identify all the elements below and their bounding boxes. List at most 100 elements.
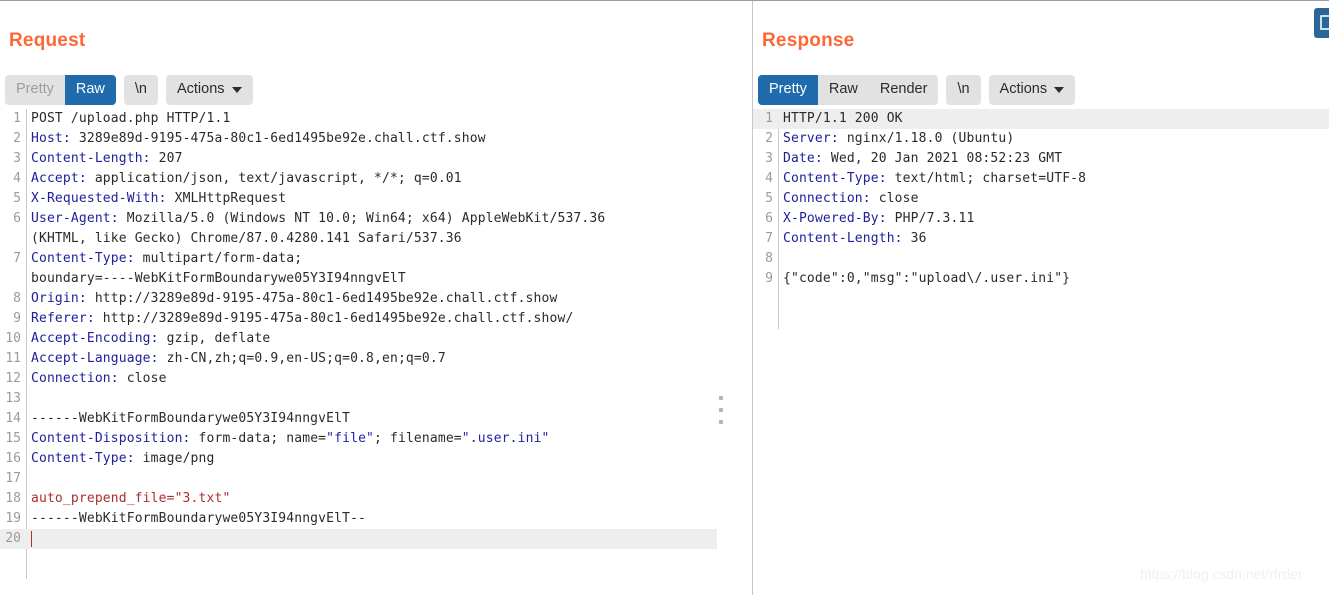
response-actions-label: Actions <box>999 81 1048 97</box>
line-content: {"code":0,"msg":"upload\/.user.ini"} <box>783 271 1071 286</box>
line-number: 2 <box>765 131 773 146</box>
code-line[interactable]: 13 <box>0 389 752 409</box>
line-number: 2 <box>13 131 21 146</box>
handle-dot <box>718 420 723 424</box>
panel-toggle-icon <box>1320 15 1329 30</box>
line-number: 7 <box>13 251 21 266</box>
request-editor[interactable]: 1 POST /upload.php HTTP/1.1 2 Host: 3289e89… <box>0 109 752 595</box>
line-number: 4 <box>13 171 21 186</box>
line-number: 3 <box>765 151 773 166</box>
request-actions-button[interactable]: Actions <box>165 75 253 105</box>
handle-dot <box>718 396 723 400</box>
code-line[interactable]: 16 Content-Type: image/png <box>0 449 752 469</box>
pane-splitter-handle[interactable] <box>717 396 724 424</box>
code-line[interactable]: 19 ------WebKitFormBoundarywe05Y3I94nngvE… <box>0 509 752 529</box>
line-number: 3 <box>13 151 21 166</box>
line-content: Host: 3289e89d-9195-475a-80c1-6ed1495be9… <box>31 131 486 146</box>
response-pane-title: Response <box>762 30 855 51</box>
request-code-lines: 1 POST /upload.php HTTP/1.1 2 Host: 3289e89… <box>0 109 752 549</box>
line-number: 6 <box>13 211 21 226</box>
code-line[interactable]: 8 <box>753 249 1329 269</box>
request-pane: Request Pretty Raw \n Actions 1 POST /upl… <box>0 1 752 595</box>
line-number: 9 <box>765 271 773 286</box>
line-number: 15 <box>5 431 21 446</box>
code-line[interactable]: 3 Date: Wed, 20 Jan 2021 08:52:23 GMT <box>753 149 1329 169</box>
code-line[interactable]: 8 Origin: http://3289e89d-9195-475a-80c1-… <box>0 289 752 309</box>
toggle-panel-button[interactable] <box>1314 8 1329 38</box>
response-view-mode-group: Pretty Raw Render <box>758 75 939 105</box>
line-number: 1 <box>13 111 21 126</box>
line-content: HTTP/1.1 200 OK <box>783 111 903 126</box>
code-line[interactable]: 15 Content-Disposition: form-data; name="… <box>0 429 752 449</box>
response-toolbar: Pretty Raw Render \n Actions <box>758 75 1076 105</box>
code-line[interactable]: 3 Content-Length: 207 <box>0 149 752 169</box>
code-line[interactable]: 5 Connection: close <box>753 189 1329 209</box>
code-line[interactable]: 5 X-Requested-With: XMLHttpRequest <box>0 189 752 209</box>
code-line[interactable]: 20 <box>0 529 717 549</box>
line-content: Content-Type: multipart/form-data; bounda… <box>31 251 406 286</box>
code-line[interactable]: 18 auto_prepend_file="3.txt" <box>0 489 752 509</box>
code-line[interactable]: 11 Accept-Language: zh-CN,zh;q=0.9,en-US;… <box>0 349 752 369</box>
line-content: ------WebKitFormBoundarywe05Y3I94nngvElT… <box>31 511 367 526</box>
request-actions-label: Actions <box>176 81 225 97</box>
code-line[interactable]: 7 Content-Type: multipart/form-data; bound… <box>0 249 752 289</box>
handle-dot <box>718 408 723 412</box>
line-content: X-Powered-By: PHP/7.3.11 <box>783 211 975 226</box>
line-number: 6 <box>765 211 773 226</box>
line-content: Connection: close <box>31 371 167 386</box>
line-content: Server: nginx/1.18.0 (Ubuntu) <box>783 131 1015 146</box>
line-number: 8 <box>765 251 773 266</box>
line-number: 18 <box>5 491 21 506</box>
line-content: Content-Type: text/html; charset=UTF-8 <box>783 171 1087 186</box>
line-number: 4 <box>765 171 773 186</box>
response-tab-render[interactable]: Render <box>868 75 939 105</box>
line-number: 16 <box>5 451 21 466</box>
code-line[interactable]: 9 {"code":0,"msg":"upload\/.user.ini"} <box>753 269 1329 289</box>
code-line[interactable]: 10 Accept-Encoding: gzip, deflate <box>0 329 752 349</box>
line-number: 7 <box>765 231 773 246</box>
response-tab-pretty[interactable]: Pretty <box>758 75 818 105</box>
line-content: Referer: http://3289e89d-9195-475a-80c1-… <box>31 311 574 326</box>
line-content: X-Requested-With: XMLHttpRequest <box>31 191 287 206</box>
request-toolbar: Pretty Raw \n Actions <box>5 75 253 105</box>
line-content: Content-Length: 36 <box>783 231 927 246</box>
chevron-down-icon <box>1054 87 1065 94</box>
code-line[interactable]: 6 User-Agent: Mozilla/5.0 (Windows NT 10.… <box>0 209 752 249</box>
line-number: 9 <box>13 311 21 326</box>
line-content: Accept: application/json, text/javascrip… <box>31 171 462 186</box>
code-line[interactable]: 2 Server: nginx/1.18.0 (Ubuntu) <box>753 129 1329 149</box>
line-number: 8 <box>13 291 21 306</box>
code-line[interactable]: 1 HTTP/1.1 200 OK <box>753 109 1329 129</box>
code-line[interactable]: 2 Host: 3289e89d-9195-475a-80c1-6ed1495be… <box>0 129 752 149</box>
code-line[interactable]: 1 POST /upload.php HTTP/1.1 <box>0 109 752 129</box>
line-content: ------WebKitFormBoundarywe05Y3I94nngvElT <box>31 411 351 426</box>
code-line[interactable]: 9 Referer: http://3289e89d-9195-475a-80c1… <box>0 309 752 329</box>
code-line[interactable]: 17 <box>0 469 752 489</box>
request-newline-toggle[interactable]: \n <box>123 75 158 105</box>
response-editor[interactable]: 1 HTTP/1.1 200 OK 2 Server: nginx/1.18.0 (U… <box>753 109 1329 595</box>
line-content: Accept-Language: zh-CN,zh;q=0.9,en-US;q=… <box>31 351 446 366</box>
line-number: 19 <box>5 511 21 526</box>
code-line[interactable]: 14 ------WebKitFormBoundarywe05Y3I94nngvE… <box>0 409 752 429</box>
code-line[interactable]: 4 Accept: application/json, text/javascri… <box>0 169 752 189</box>
line-content: auto_prepend_file="3.txt" <box>31 491 231 506</box>
watermark: https://blog.csdn.net/rfrder <box>1140 566 1303 582</box>
request-view-mode-group: Pretty Raw <box>5 75 116 105</box>
line-number: 20 <box>5 531 21 546</box>
line-content: Content-Disposition: form-data; name="fi… <box>31 431 550 446</box>
line-content: User-Agent: Mozilla/5.0 (Windows NT 10.0… <box>31 211 606 246</box>
code-line[interactable]: 12 Connection: close <box>0 369 752 389</box>
code-line[interactable]: 6 X-Powered-By: PHP/7.3.11 <box>753 209 1329 229</box>
code-line[interactable]: 4 Content-Type: text/html; charset=UTF-8 <box>753 169 1329 189</box>
line-number: 12 <box>5 371 21 386</box>
code-line[interactable]: 7 Content-Length: 36 <box>753 229 1329 249</box>
response-tab-raw[interactable]: Raw <box>817 75 869 105</box>
response-actions-button[interactable]: Actions <box>988 75 1076 105</box>
chevron-down-icon <box>231 87 242 94</box>
request-tab-raw[interactable]: Raw <box>64 75 116 105</box>
line-content: POST /upload.php HTTP/1.1 <box>31 111 231 126</box>
line-number: 14 <box>5 411 21 426</box>
line-number: 1 <box>765 111 773 126</box>
request-tab-pretty[interactable]: Pretty <box>5 75 65 105</box>
response-newline-toggle[interactable]: \n <box>946 75 981 105</box>
